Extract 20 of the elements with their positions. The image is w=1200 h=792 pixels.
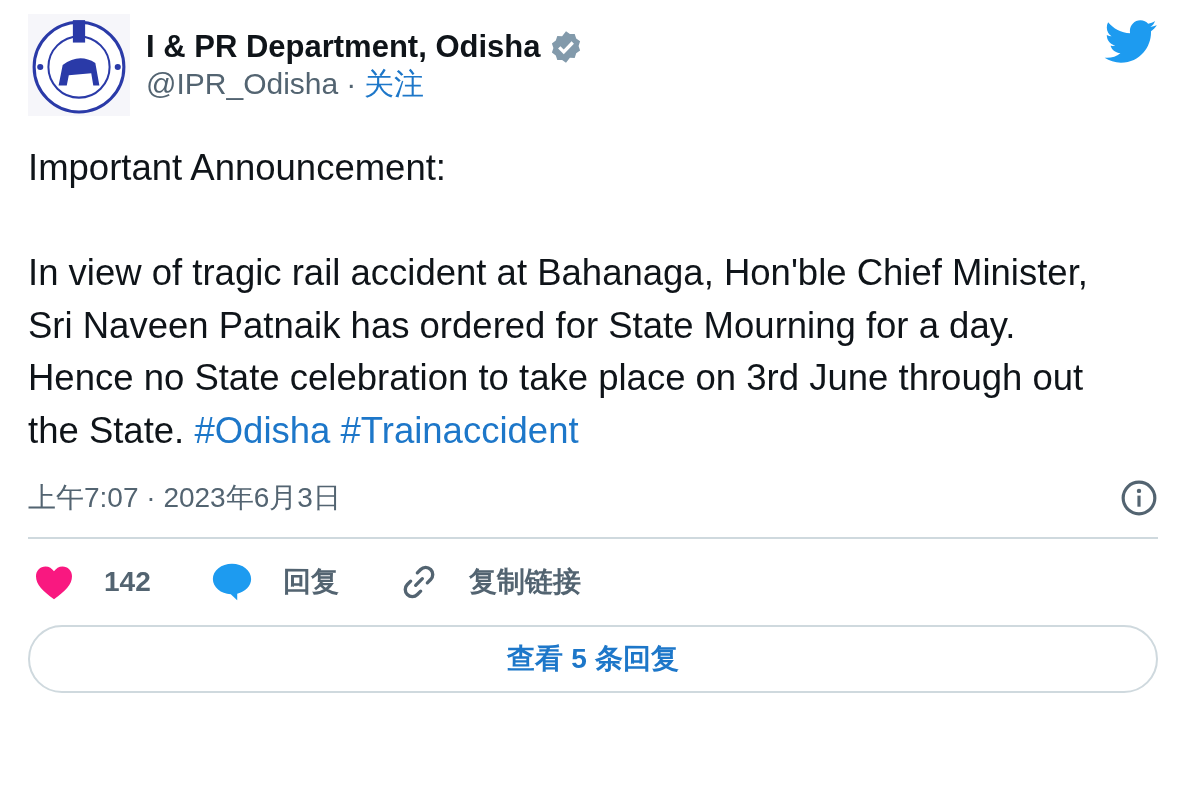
like-button[interactable]: 142 (34, 561, 151, 603)
account-name: I & PR Department, Odisha (146, 28, 541, 66)
copy-link-button[interactable]: 复制链接 (398, 561, 581, 603)
like-count: 142 (104, 565, 151, 599)
reply-button[interactable]: 回复 (210, 561, 339, 603)
account-handle: @IPR_Odisha (146, 65, 339, 102)
tweet-text: Important Announcement: (28, 146, 447, 190)
speech-bubble-icon (210, 562, 253, 602)
heart-icon (34, 564, 74, 600)
bird-logo-icon[interactable] (1104, 20, 1158, 64)
info-icon[interactable] (1120, 479, 1158, 517)
action-label: 回复 (282, 565, 339, 599)
view-replies-button[interactable]: 查看 5 条回复 (28, 625, 1158, 693)
separator-dot: · (346, 65, 357, 102)
action-label: 复制链接 (468, 565, 581, 599)
timestamp: 上午7:07 · 2023年6月3日 (28, 481, 341, 515)
tweet-text: In view of tragic rail accident at Bahanaga, Hon'ble Chief Minister, Sri Naveen Patnaik has ordered for State Mourning for a day. Hence no State celebration to take place on 3rd June through out the State. #Odisha #Trainaccident (28, 251, 1089, 453)
hashtag-link[interactable]: #Odisha (194, 409, 331, 451)
hashtag-link[interactable]: #Trainaccident (340, 409, 579, 451)
follow-link[interactable]: 关注 (364, 65, 425, 102)
